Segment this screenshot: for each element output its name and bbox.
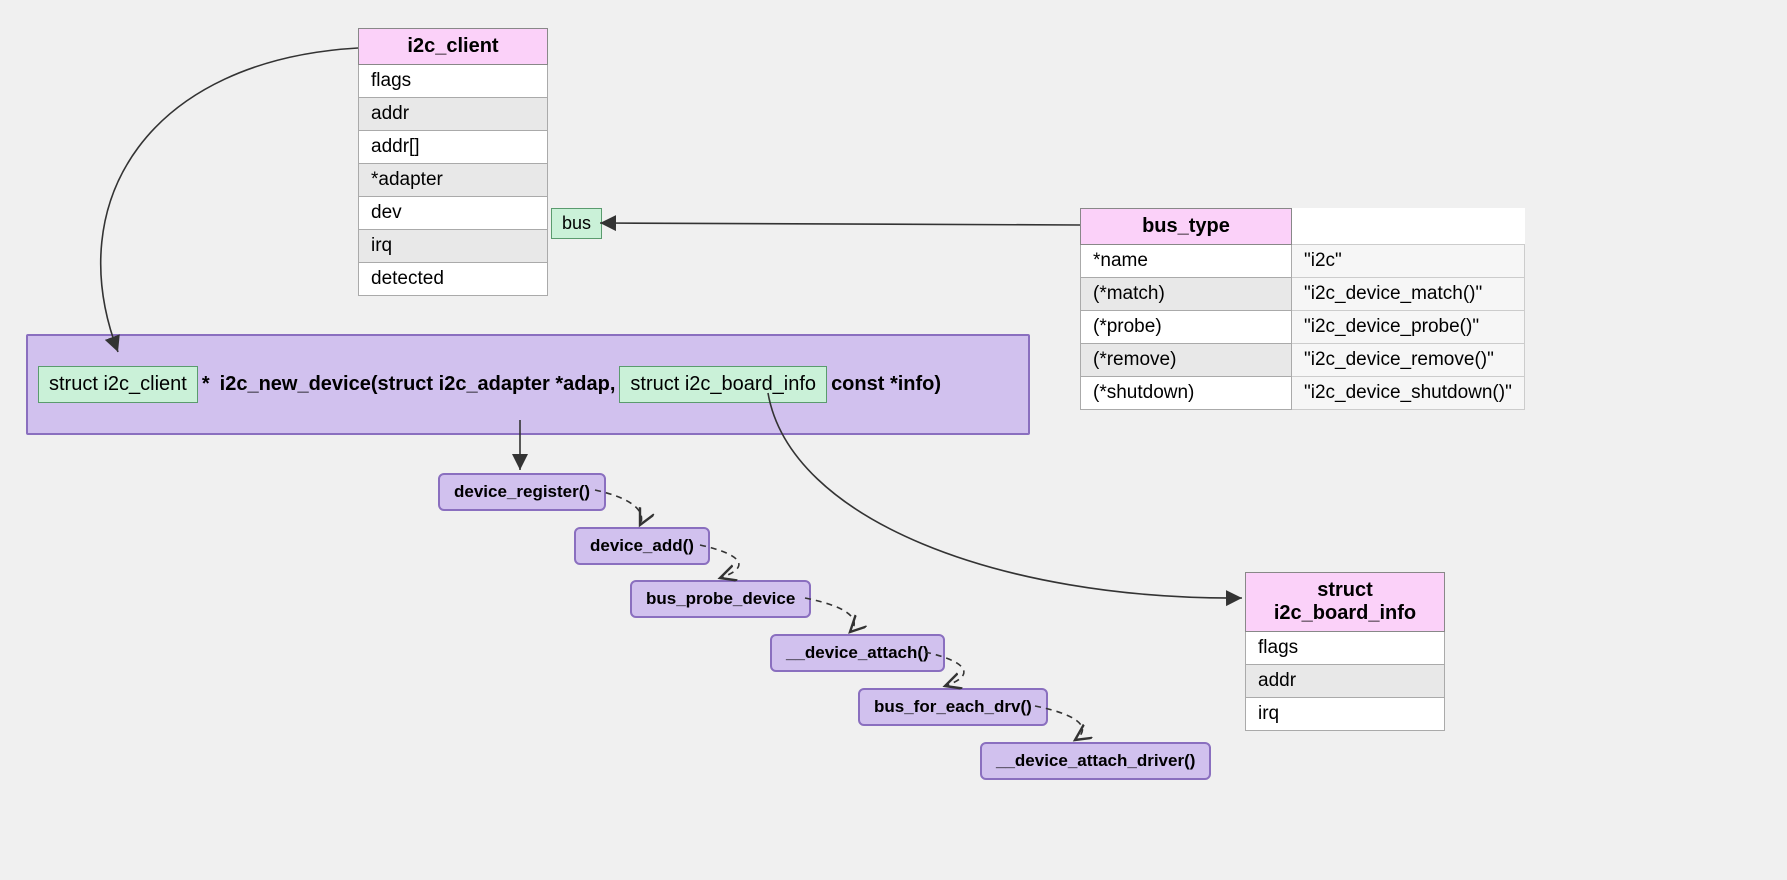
call-bus-for-each-drv: bus_for_each_drv() [858,688,1048,726]
bus-type-value: "i2c_device_remove()" [1292,344,1525,377]
i2c-client-struct: i2c_client flags addr addr[] *adapter de… [358,28,548,296]
bus-type-struct: bus_type *name "i2c" (*match) "i2c_devic… [1080,208,1525,410]
call-device-register: device_register() [438,473,606,511]
call-device-add: device_add() [574,527,710,565]
bus-type-field: (*remove) [1081,344,1292,377]
bus-type-field: (*probe) [1081,311,1292,344]
board-info-field: flags [1246,632,1445,665]
bus-type-field: *name [1081,245,1292,278]
param-struct-tag: struct i2c_board_info [619,366,827,403]
i2c-client-field: dev [359,197,548,230]
board-info-title: struct i2c_board_info [1246,573,1445,632]
i2c-client-field: *adapter [359,164,548,197]
i2c-board-info-struct: struct i2c_board_info flags addr irq [1245,572,1445,731]
call-bus-probe-device: bus_probe_device [630,580,811,618]
call-device-attach-driver: __device_attach_driver() [980,742,1211,780]
bus-type-value: "i2c_device_shutdown()" [1292,377,1525,410]
func-star: * [202,373,210,396]
i2c-client-field: flags [359,65,548,98]
bus-type-value: "i2c_device_match()" [1292,278,1525,311]
i2c-client-field: addr [359,98,548,131]
call-device-attach: __device_attach() [770,634,945,672]
bus-type-field: (*match) [1081,278,1292,311]
i2c-client-field: irq [359,230,548,263]
board-info-field: addr [1246,665,1445,698]
arrows-overlay [0,0,1787,880]
bus-type-field: (*shutdown) [1081,377,1292,410]
func-name-part: const *info) [831,373,941,396]
i2c-client-field: addr[] [359,131,548,164]
board-info-field: irq [1246,698,1445,731]
bus-type-title: bus_type [1081,209,1292,245]
return-type-tag: struct i2c_client [38,366,198,403]
i2c-client-title: i2c_client [359,29,548,65]
func-name-part: i2c_new_device(struct i2c_adapter *adap, [220,373,616,396]
i2c-client-field: detected [359,263,548,296]
i2c-new-device-func: struct i2c_client * i2c_new_device(struc… [26,334,1030,435]
bus-type-value: "i2c" [1292,245,1525,278]
bus-tag: bus [551,208,602,239]
bus-type-value: "i2c_device_probe()" [1292,311,1525,344]
